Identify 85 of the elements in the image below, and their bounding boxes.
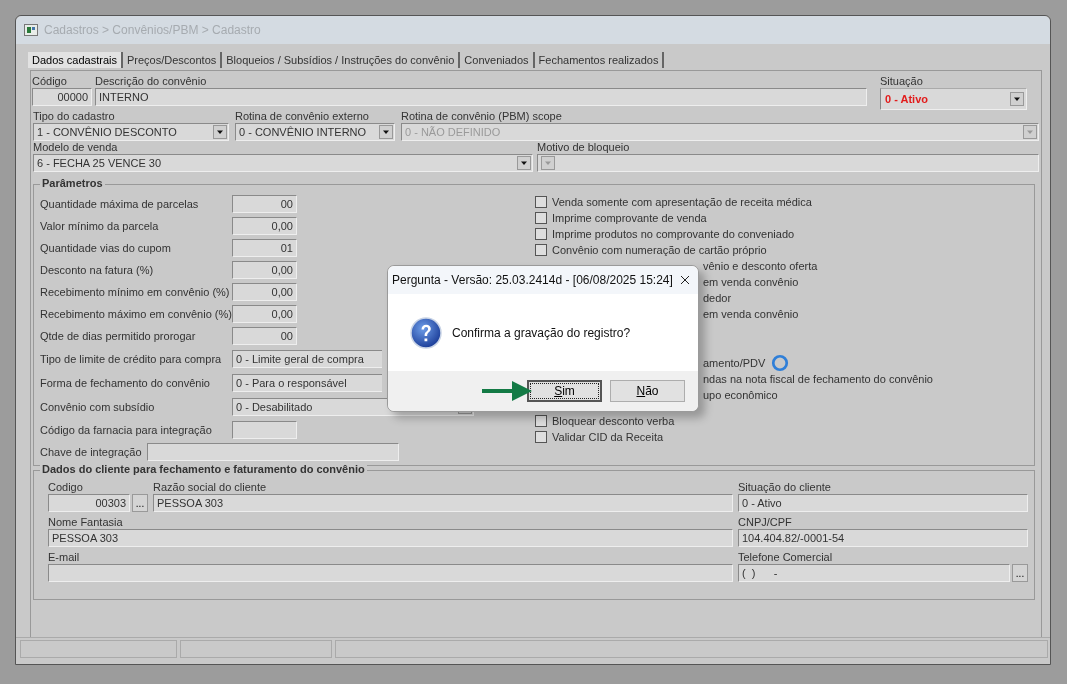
field-label: Quantidade vias do cupom <box>40 242 172 254</box>
option-label: Convênio com numeração de cartão próprio <box>552 244 767 256</box>
dropdown[interactable]: 0 - Para o responsável <box>232 374 382 392</box>
option-label: em venda convênio <box>703 276 799 288</box>
code-field[interactable]: 00000 <box>32 88 92 106</box>
field-label: Tipo do cadastro <box>33 110 116 123</box>
dropdown[interactable]: 0 - Limite geral de compra <box>232 350 382 368</box>
option-label: vênio e desconto oferta <box>703 260 818 272</box>
group-title: Dados do cliente para fechamento e faturamento do convênio <box>40 463 367 475</box>
field-label: Descrição do convênio <box>95 75 208 88</box>
field-label: Convênio com subsídio <box>40 401 156 413</box>
field-label: Valor mínimo da parcela <box>40 220 160 232</box>
field-label: Tipo de limite de crédito para compra <box>40 353 223 365</box>
field-label: Rotina de convênio externo <box>235 110 370 123</box>
option-label: Bloquear desconto verba <box>552 415 675 427</box>
phone-field[interactable]: ( ) - <box>738 564 1010 582</box>
lookup-button[interactable]: ... <box>132 494 148 512</box>
option-label: ndas na nota fiscal de fechamento do convênio <box>703 373 933 385</box>
field-label: Qtde de dias permitido prorogar <box>40 330 197 342</box>
dropdown[interactable]: 6 - FECHA 25 VENCE 30 <box>33 154 533 172</box>
field-label: Forma de fechamento do convênio <box>40 377 211 389</box>
tax-id-field[interactable]: 104.404.82/-0001-54 <box>738 529 1028 547</box>
option-label: Venda somente com apresentação de receita médica <box>552 196 812 208</box>
checkbox[interactable] <box>535 415 547 427</box>
client-code-field[interactable]: 00303 <box>48 494 130 512</box>
field-label: Situação <box>880 75 924 88</box>
field-label: Código <box>32 75 68 88</box>
dialog-message: Confirma a gravação do registro? <box>452 325 631 340</box>
number-field[interactable]: 0,00 <box>232 261 297 279</box>
field-label: Modelo de venda <box>33 141 119 154</box>
checkbox[interactable] <box>535 196 547 208</box>
field-label: Quantidade máxima de parcelas <box>40 198 200 210</box>
question-icon <box>410 316 442 349</box>
dialog-button[interactable]: Sim <box>527 380 602 402</box>
dialog-button[interactable]: Não <box>610 380 685 402</box>
number-field[interactable]: 00 <box>232 327 297 345</box>
tab[interactable]: Dados cadastrais <box>28 52 123 68</box>
pharmacy-code-field[interactable] <box>232 421 297 439</box>
field-label: Recebimento mínimo em convênio (%) <box>40 286 231 298</box>
number-field[interactable]: 01 <box>232 239 297 257</box>
field-label: Chave de integração <box>40 446 143 458</box>
dropdown[interactable]: 1 - CONVÊNIO DESCONTO <box>33 123 229 141</box>
app-icon <box>24 24 38 36</box>
number-field[interactable]: 0,00 <box>232 283 297 301</box>
email-field[interactable] <box>48 564 733 582</box>
field-label: Rotina de convênio (PBM) scope <box>401 110 563 123</box>
option-label: Validar CID da Receita <box>552 431 664 443</box>
tab[interactable]: Bloqueios / Subsídios / Instruções do convênio <box>222 52 461 68</box>
group-title: Parâmetros <box>40 177 105 189</box>
field-label: Recebimento máximo em convênio (%) <box>40 308 232 320</box>
number-field[interactable]: 0,00 <box>232 305 297 323</box>
checkbox[interactable] <box>535 244 547 256</box>
tab[interactable]: Conveniados <box>460 52 535 68</box>
dialog-title: Pergunta - Versão: 25.03.2414d - [06/08/2025 15:24] <box>392 273 673 287</box>
tab[interactable]: Preços/Descontos <box>123 52 223 68</box>
field-label: E-mail <box>48 551 81 564</box>
checkbox[interactable] <box>535 228 547 240</box>
client-status-field[interactable]: 0 - Ativo <box>738 494 1028 512</box>
field-label: Situação do cliente <box>738 481 832 494</box>
option-label: Imprime comprovante de venda <box>552 212 707 224</box>
option-label: em venda convênio <box>703 308 799 320</box>
trade-name-field[interactable]: PESSOA 303 <box>48 529 733 547</box>
field-label: Nome Fantasia <box>48 516 124 529</box>
option-label: upo econômico <box>703 389 778 401</box>
field-label: Motivo de bloqueio <box>537 141 631 154</box>
close-icon[interactable] <box>680 275 690 285</box>
option-label: Imprime produtos no comprovante do conveniado <box>552 228 795 240</box>
field-label: CNPJ/CPF <box>738 516 793 529</box>
field-label: Código da farnacia para integração <box>40 424 213 436</box>
company-name-field[interactable]: PESSOA 303 <box>153 494 733 512</box>
checkbox[interactable] <box>535 212 547 224</box>
lookup-button[interactable]: ... <box>1012 564 1028 582</box>
number-field[interactable]: 00 <box>232 195 297 213</box>
option-label: dedor <box>703 292 732 304</box>
field-label: Desconto na fatura (%) <box>40 264 155 276</box>
field-label: Codigo <box>48 481 84 494</box>
field-label: Telefone Comercial <box>738 551 834 564</box>
integration-key-field[interactable] <box>147 443 399 461</box>
number-field[interactable]: 0,00 <box>232 217 297 235</box>
option-label: amento/PDV <box>703 357 766 369</box>
description-field[interactable]: INTERNO <box>95 88 867 106</box>
field-label: Razão social do cliente <box>153 481 268 494</box>
tab[interactable]: Fechamentos realizados <box>534 52 665 68</box>
checkbox[interactable] <box>535 431 547 443</box>
dropdown[interactable]: 0 - CONVÊNIO INTERNO <box>235 123 395 141</box>
